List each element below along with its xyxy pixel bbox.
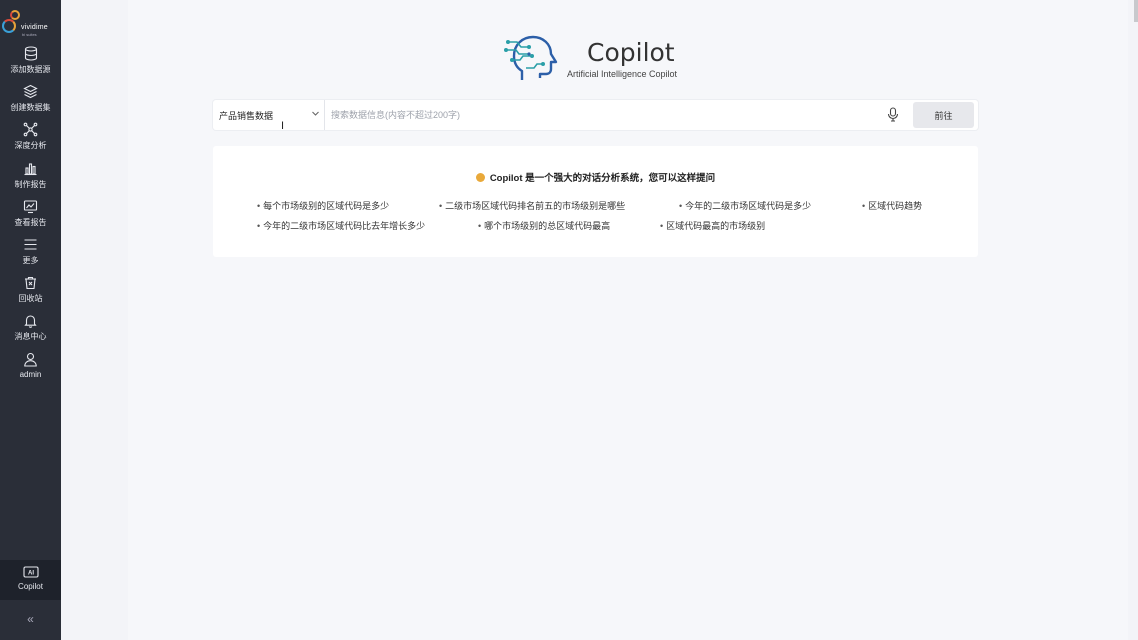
sidebar-item-label: admin — [19, 370, 42, 379]
sidebar-item-make-report[interactable]: 制作报告 — [0, 161, 61, 197]
trash-icon — [25, 276, 36, 290]
sidebar-item-label: 制作报告 — [14, 180, 47, 189]
query-bar: 产品销售数据 前往 — [213, 100, 978, 130]
suggestion-item[interactable]: 今年的二级市场区域代码比去年增长多少 — [257, 219, 425, 232]
microphone-icon[interactable] — [887, 107, 899, 122]
copilot-brand: Copilot Artificial Intelligence Copilot — [504, 30, 704, 86]
suggestion-item[interactable]: 哪个市场级别的总区域代码最高 — [478, 219, 610, 232]
ai-icon: AI — [22, 566, 39, 578]
menu-icon — [24, 239, 37, 250]
sidebar-item-view-report[interactable]: 查看报告 — [0, 199, 61, 235]
scrollbar-thumb[interactable] — [1134, 0, 1138, 22]
user-icon — [24, 352, 37, 367]
suggestion-item[interactable]: 区域代码趋势 — [862, 199, 922, 212]
lightbulb-icon — [475, 173, 485, 182]
ai-head-icon — [504, 35, 558, 80]
suggestion-item[interactable]: 区域代码最高的市场级别 — [660, 219, 765, 232]
sidebar-item-label: 消息中心 — [14, 332, 47, 341]
bar-chart-icon — [24, 163, 37, 176]
datasource-value: 产品销售数据 — [219, 111, 274, 121]
sidebar-item-deep-analysis[interactable]: 深度分析 — [0, 122, 61, 158]
suggestions-header: Copilot 是一个强大的对话分析系统，您可以这样提问 — [213, 170, 978, 184]
chevron-down-icon — [312, 111, 319, 116]
logo-mark-top — [10, 10, 20, 20]
go-button[interactable]: 前往 — [913, 102, 974, 128]
sidebar-item-recycle-bin[interactable]: 回收站 — [0, 275, 61, 311]
brand-subtitle: Artificial Intelligence Copilot — [567, 69, 678, 79]
ai-badge-text: AI — [28, 571, 34, 577]
query-input[interactable] — [331, 106, 871, 124]
report-icon — [23, 200, 38, 214]
logo-mark — [2, 19, 16, 33]
sidebar-item-label: 查看报告 — [14, 218, 47, 227]
sidebar-item-label: 回收站 — [18, 294, 43, 303]
brand-title: Copilot — [587, 38, 675, 67]
sidebar-item-label: 深度分析 — [14, 141, 47, 150]
sidebar-item-label: 创建数据集 — [10, 103, 51, 112]
sidebar-item-add-datasource[interactable]: 添加数据源 — [0, 46, 61, 82]
sidebar-item-copilot[interactable]: AI Copilot — [0, 560, 61, 600]
sidebar-item-label: 更多 — [22, 256, 39, 265]
database-icon — [24, 46, 37, 61]
sidebar-item-create-dataset[interactable]: 创建数据集 — [0, 84, 61, 120]
logo-name: vividime — [21, 24, 48, 31]
network-icon — [23, 122, 38, 137]
suggestions-title: Copilot 是一个强大的对话分析系统，您可以这样提问 — [489, 173, 716, 184]
sidebar-item-more[interactable]: 更多 — [0, 237, 61, 273]
sidebar: vividime bi suites 添加数据源 创建数据集 深度分析 制作报告… — [0, 0, 61, 640]
bell-icon — [24, 315, 37, 328]
sidebar-item-admin[interactable]: admin — [0, 352, 61, 388]
sidebar-item-label: 添加数据源 — [10, 65, 51, 74]
layers-icon — [23, 84, 38, 99]
suggestions-card: Copilot 是一个强大的对话分析系统，您可以这样提问 每个市场级别的区域代码… — [213, 146, 978, 257]
sidebar-item-messages[interactable]: 消息中心 — [0, 313, 61, 349]
suggestion-item[interactable]: 二级市场区域代码排名前五的市场级别是哪些 — [439, 199, 625, 212]
suggestion-item[interactable]: 每个市场级别的区域代码是多少 — [257, 199, 389, 212]
brand-logo[interactable]: vividime bi suites — [0, 6, 61, 40]
suggestion-item[interactable]: 今年的二级市场区域代码是多少 — [679, 199, 811, 212]
collapse-sidebar-button[interactable]: « — [0, 612, 61, 626]
logo-subtitle: bi suites — [22, 32, 37, 37]
sidebar-item-label: Copilot — [18, 582, 43, 591]
text-cursor-icon: I — [281, 120, 285, 132]
datasource-select[interactable]: 产品销售数据 — [213, 100, 325, 130]
main-content — [128, 0, 1128, 640]
